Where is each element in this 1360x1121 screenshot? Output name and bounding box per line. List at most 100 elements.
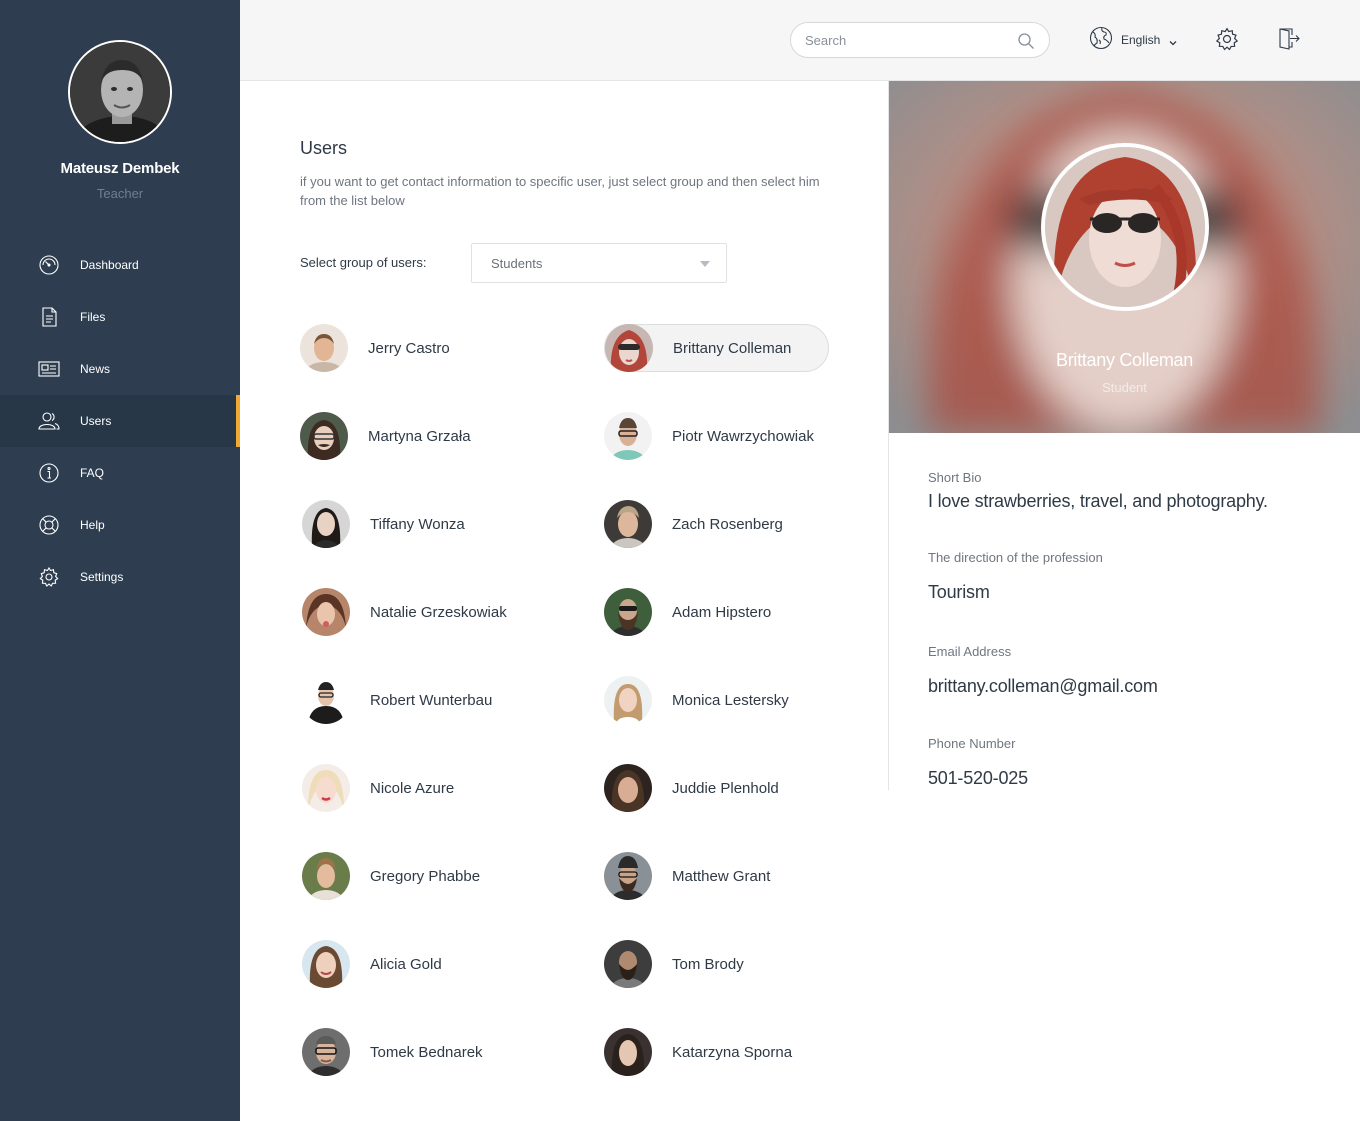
user-name: Martyna Grzała	[368, 427, 471, 445]
user-name: Alicia Gold	[370, 955, 442, 973]
user-name: Gregory Phabbe	[370, 867, 481, 885]
avatar	[302, 676, 350, 724]
dashboard-icon	[38, 254, 60, 276]
search-input[interactable]	[805, 31, 1005, 49]
gear-icon	[38, 566, 60, 588]
group-select-label: Select group of users:	[300, 255, 427, 270]
sidebar-item-dashboard[interactable]: Dashboard	[0, 239, 240, 291]
group-select[interactable]: Students	[471, 243, 727, 283]
avatar	[302, 940, 350, 988]
user-name: Nicole Azure	[370, 779, 455, 797]
avatar	[300, 412, 348, 460]
avatar	[604, 412, 652, 460]
selected-user-name: Brittany Colleman	[1056, 350, 1193, 370]
list-item[interactable]: Adam Hipstero	[604, 588, 771, 636]
profile-role: Teacher	[96, 186, 144, 201]
news-icon	[38, 358, 60, 380]
short-bio-label: Short Bio	[928, 470, 982, 485]
selected-user-avatar	[1041, 143, 1209, 311]
file-icon	[38, 306, 60, 328]
avatar	[302, 764, 350, 812]
avatar	[604, 852, 652, 900]
sidebar-item-users[interactable]: Users	[0, 395, 240, 447]
avatar	[604, 1028, 652, 1076]
logout-icon[interactable]	[1277, 27, 1301, 51]
profile-avatar[interactable]	[68, 40, 172, 144]
avatar	[300, 324, 348, 372]
chevron-down-icon	[1168, 35, 1178, 46]
page-description: if you want to get contact information t…	[300, 174, 820, 208]
top-bar: English	[240, 0, 1360, 81]
profile-name: Mateusz Dembek	[60, 160, 180, 177]
group-select-value: Students	[491, 256, 543, 271]
profession-label: The direction of the profession	[928, 550, 1103, 565]
avatar	[302, 500, 350, 548]
users-icon	[38, 410, 60, 432]
user-name: Matthew Grant	[672, 867, 771, 885]
avatar	[604, 676, 652, 724]
list-item[interactable]: Katarzyna Sporna	[604, 1028, 792, 1076]
user-name: Robert Wunterbau	[370, 691, 493, 709]
sidebar-item-label: FAQ	[80, 466, 105, 480]
page-title: Users	[300, 138, 348, 158]
selected-user-role: Student	[1102, 380, 1147, 395]
sidebar-item-settings[interactable]: Settings	[0, 551, 240, 603]
user-name: Natalie Grzeskowiak	[370, 603, 507, 621]
sidebar-item-label: Help	[80, 518, 105, 532]
user-name: Katarzyna Sporna	[672, 1043, 793, 1061]
list-item[interactable]: Robert Wunterbau	[302, 676, 492, 724]
list-item[interactable]: Piotr Wawrzychowiak	[604, 412, 814, 460]
language-selector[interactable]: English	[1089, 26, 1178, 55]
list-item[interactable]: Matthew Grant	[604, 852, 770, 900]
sidebar-item-label: Files	[80, 310, 106, 324]
user-name: Tomek Bednarek	[370, 1043, 483, 1061]
sidebar-item-files[interactable]: Files	[0, 291, 240, 343]
avatar	[302, 588, 350, 636]
list-item[interactable]: Zach Rosenberg	[604, 500, 783, 548]
avatar	[604, 940, 652, 988]
list-item[interactable]: Tom Brody	[604, 940, 744, 988]
user-name: Zach Rosenberg	[672, 515, 783, 533]
sidebar-item-news[interactable]: News	[0, 343, 240, 395]
email-value: brittany.colleman@gmail.com	[928, 676, 1158, 696]
sidebar-item-help[interactable]: Help	[0, 499, 240, 551]
avatar	[604, 764, 652, 812]
sidebar-item-label: News	[80, 362, 111, 376]
user-name: Juddie Plenhold	[672, 779, 779, 797]
user-name: Monica Lestersky	[672, 691, 789, 709]
settings-gear-icon[interactable]	[1215, 27, 1239, 51]
profession-value: Tourism	[928, 582, 990, 602]
short-bio-value: I love strawberries, travel, and photogr…	[928, 491, 1268, 511]
list-item[interactable]: Tiffany Wonza	[302, 500, 465, 548]
user-name: Adam Hipstero	[672, 603, 772, 621]
list-item[interactable]: Juddie Plenhold	[604, 764, 779, 812]
list-item[interactable]: Martyna Grzała	[300, 412, 471, 460]
avatar	[302, 1028, 350, 1076]
user-name: Brittany Colleman	[673, 339, 792, 357]
user-name: Piotr Wawrzychowiak	[672, 427, 814, 445]
list-item[interactable]: Natalie Grzeskowiak	[302, 588, 507, 636]
list-item[interactable]: Nicole Azure	[302, 764, 454, 812]
user-name: Jerry Castro	[368, 339, 450, 357]
sidebar-nav: Dashboard Files News Users FAQ Help Sett…	[0, 239, 240, 603]
list-item-selected[interactable]: Brittany Colleman	[604, 324, 829, 372]
search-icon[interactable]	[1017, 32, 1035, 50]
email-label: Email Address	[928, 644, 1012, 659]
globe-icon	[1089, 26, 1113, 55]
info-icon	[38, 462, 60, 484]
sidebar-item-faq[interactable]: FAQ	[0, 447, 240, 499]
sidebar: Mateusz Dembek Teacher Dashboard Files N…	[0, 0, 240, 1121]
list-item[interactable]: Alicia Gold	[302, 940, 442, 988]
avatar	[604, 500, 652, 548]
sidebar-item-label: Settings	[80, 570, 124, 584]
list-item[interactable]: Jerry Castro	[300, 324, 450, 372]
list-item[interactable]: Tomek Bednarek	[302, 1028, 483, 1076]
sidebar-item-label: Users	[80, 414, 112, 428]
list-item[interactable]: Monica Lestersky	[604, 676, 789, 724]
language-label: English	[1121, 33, 1161, 47]
list-item[interactable]: Gregory Phabbe	[302, 852, 480, 900]
avatar	[605, 324, 653, 372]
user-name: Tiffany Wonza	[370, 515, 465, 533]
search-box[interactable]	[790, 22, 1050, 58]
phone-value: 501-520-025	[928, 768, 1028, 788]
